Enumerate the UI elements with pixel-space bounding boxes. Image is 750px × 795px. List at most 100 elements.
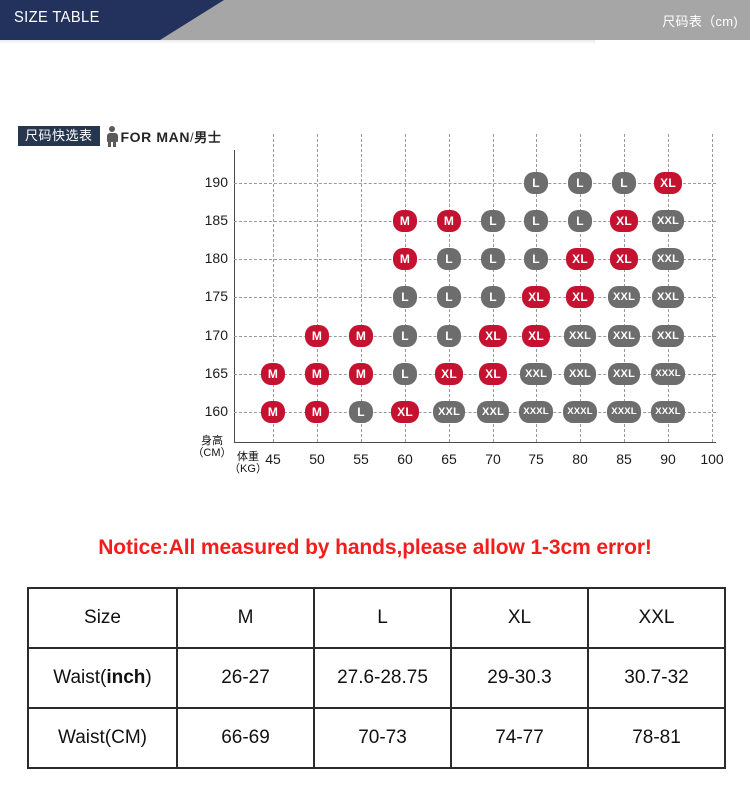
table-header-cell: M xyxy=(176,587,315,649)
size-cell-xxl[interactable]: XXL xyxy=(652,248,684,270)
y-tick-label: 190 xyxy=(204,174,228,190)
size-cell-l[interactable]: L xyxy=(481,286,505,308)
chart-axis-names: 身高 （CM） 体重 （KG） xyxy=(0,435,300,477)
size-cell-xxl[interactable]: XXL xyxy=(608,286,640,308)
size-cell-xxl[interactable]: XXL xyxy=(564,325,596,347)
size-cell-xxl[interactable]: XXL xyxy=(477,401,509,423)
size-cell-l[interactable]: L xyxy=(481,210,505,232)
table-row-label: Waist(CM) xyxy=(27,707,178,769)
page-header-banner: SIZE TABLE 尺码表（cm) xyxy=(0,0,750,40)
x-tick-label: 90 xyxy=(660,451,676,467)
size-cell-l[interactable]: L xyxy=(393,363,417,385)
x-tick-label: 85 xyxy=(616,451,632,467)
size-cell-xl[interactable]: XL xyxy=(435,363,463,385)
x-tick-label: 100 xyxy=(700,451,724,467)
size-cell-xxxl[interactable]: XXXL xyxy=(519,401,553,423)
size-cell-m[interactable]: M xyxy=(393,210,417,232)
gridline-vertical xyxy=(361,134,362,442)
banner-subtitle: 尺码表（cm) xyxy=(662,14,738,29)
size-cell-xxxl[interactable]: XXXL xyxy=(651,363,685,385)
table-header-cell: XL xyxy=(450,587,589,649)
x-axis-title: 体重 （KG） xyxy=(229,451,267,475)
size-cell-xl[interactable]: XL xyxy=(566,248,594,270)
size-cell-xxl[interactable]: XXL xyxy=(652,210,684,232)
gridline-vertical xyxy=(712,134,713,442)
size-cell-xl[interactable]: XL xyxy=(610,248,638,270)
size-cell-l[interactable]: L xyxy=(524,172,548,194)
gridline-horizontal xyxy=(234,183,716,184)
size-cell-xl[interactable]: XL xyxy=(522,325,550,347)
for-man-label: FOR MAN/男士 xyxy=(121,127,222,146)
size-cell-m[interactable]: M xyxy=(393,248,417,270)
size-cell-xl[interactable]: XL xyxy=(391,401,419,423)
size-cell-xxl[interactable]: XXL xyxy=(608,325,640,347)
table-cell: 74-77 xyxy=(450,707,589,769)
size-cell-xl[interactable]: XL xyxy=(479,325,507,347)
size-cell-xl[interactable]: XL xyxy=(566,286,594,308)
size-quickpick-label: 尺码快选表 FOR MAN/男士 xyxy=(18,124,221,148)
chart-y-tick-labels: 190 185 180 175 170 165 160 xyxy=(184,150,228,442)
chart-plot-area: L L L XL M M L L L XL XXL M L L L XL XL XXL L L L XL XL XXL XXL M… xyxy=(234,134,716,442)
y-tick-label: 170 xyxy=(204,327,228,343)
size-cell-l[interactable]: L xyxy=(437,286,461,308)
gridline-vertical xyxy=(273,134,274,442)
size-cell-l[interactable]: L xyxy=(524,210,548,232)
size-cell-l[interactable]: L xyxy=(393,286,417,308)
size-cell-l[interactable]: L xyxy=(349,401,373,423)
size-cell-xxl[interactable]: XXL xyxy=(652,286,684,308)
size-cell-m[interactable]: M xyxy=(437,210,461,232)
y-tick-label: 165 xyxy=(204,365,228,381)
size-cell-m[interactable]: M xyxy=(349,325,373,347)
size-cell-l[interactable]: L xyxy=(481,248,505,270)
page-title: SIZE TABLE xyxy=(14,9,100,26)
table-header-cell: L xyxy=(313,587,452,649)
size-cell-l[interactable]: L xyxy=(437,248,461,270)
size-cell-xxl[interactable]: XXL xyxy=(520,363,552,385)
quickpick-chip: 尺码快选表 xyxy=(18,126,100,146)
size-cell-m[interactable]: M xyxy=(349,363,373,385)
table-header-cell: Size xyxy=(27,587,178,649)
size-cell-l[interactable]: L xyxy=(612,172,636,194)
size-cell-l[interactable]: L xyxy=(393,325,417,347)
size-cell-l[interactable]: L xyxy=(568,172,592,194)
size-cell-xl[interactable]: XL xyxy=(654,172,682,194)
y-tick-label: 160 xyxy=(204,403,228,419)
chart-x-tick-labels: 45 50 55 60 65 70 75 80 85 90 100 xyxy=(234,451,723,473)
size-cell-m[interactable]: M xyxy=(261,363,285,385)
person-icon xyxy=(106,125,118,147)
size-cell-l[interactable]: L xyxy=(568,210,592,232)
banner-shadow xyxy=(0,40,595,44)
for-man-text: FOR MAN xyxy=(120,128,191,145)
size-cell-xxl[interactable]: XXL xyxy=(652,325,684,347)
size-cell-xl[interactable]: XL xyxy=(610,210,638,232)
size-cell-xl[interactable]: XL xyxy=(522,286,550,308)
x-tick-label: 75 xyxy=(528,451,544,467)
size-scatter-chart: L L L XL M M L L L XL XXL M L L L XL XL XXL L L L XL XL XXL XXL M… xyxy=(0,134,750,500)
size-cell-m[interactable]: M xyxy=(305,401,329,423)
gridline-vertical xyxy=(317,134,318,442)
table-cell: 78-81 xyxy=(587,707,726,769)
table-row-label: Waist(inch) xyxy=(27,647,178,709)
size-cell-xxl[interactable]: XXL xyxy=(608,363,640,385)
size-cell-xxxl[interactable]: XXXL xyxy=(607,401,641,423)
size-cell-xxxl[interactable]: XXXL xyxy=(563,401,597,423)
table-cell: 26-27 xyxy=(176,647,315,709)
table-cell: 29-30.3 xyxy=(450,647,589,709)
size-cell-m[interactable]: M xyxy=(261,401,285,423)
table-row: Waist(CM) 66-69 70-73 74-77 78-81 xyxy=(27,707,726,769)
size-cell-m[interactable]: M xyxy=(305,363,329,385)
x-tick-label: 80 xyxy=(572,451,588,467)
table-row: Waist(inch) 26-27 27.6-28.75 29-30.3 30.7-32 xyxy=(27,647,726,709)
table-header-cell: XXL xyxy=(587,587,726,649)
size-cell-m[interactable]: M xyxy=(305,325,329,347)
size-cell-l[interactable]: L xyxy=(437,325,461,347)
size-cell-l[interactable]: L xyxy=(524,248,548,270)
size-cell-xxl[interactable]: XXL xyxy=(433,401,465,423)
size-cell-xxl[interactable]: XXL xyxy=(564,363,596,385)
gridline-horizontal xyxy=(234,259,716,260)
size-cell-xxxl[interactable]: XXXL xyxy=(651,401,685,423)
x-tick-label: 65 xyxy=(441,451,457,467)
table-cell: 66-69 xyxy=(176,707,315,769)
table-cell: 27.6-28.75 xyxy=(313,647,452,709)
size-cell-xl[interactable]: XL xyxy=(479,363,507,385)
